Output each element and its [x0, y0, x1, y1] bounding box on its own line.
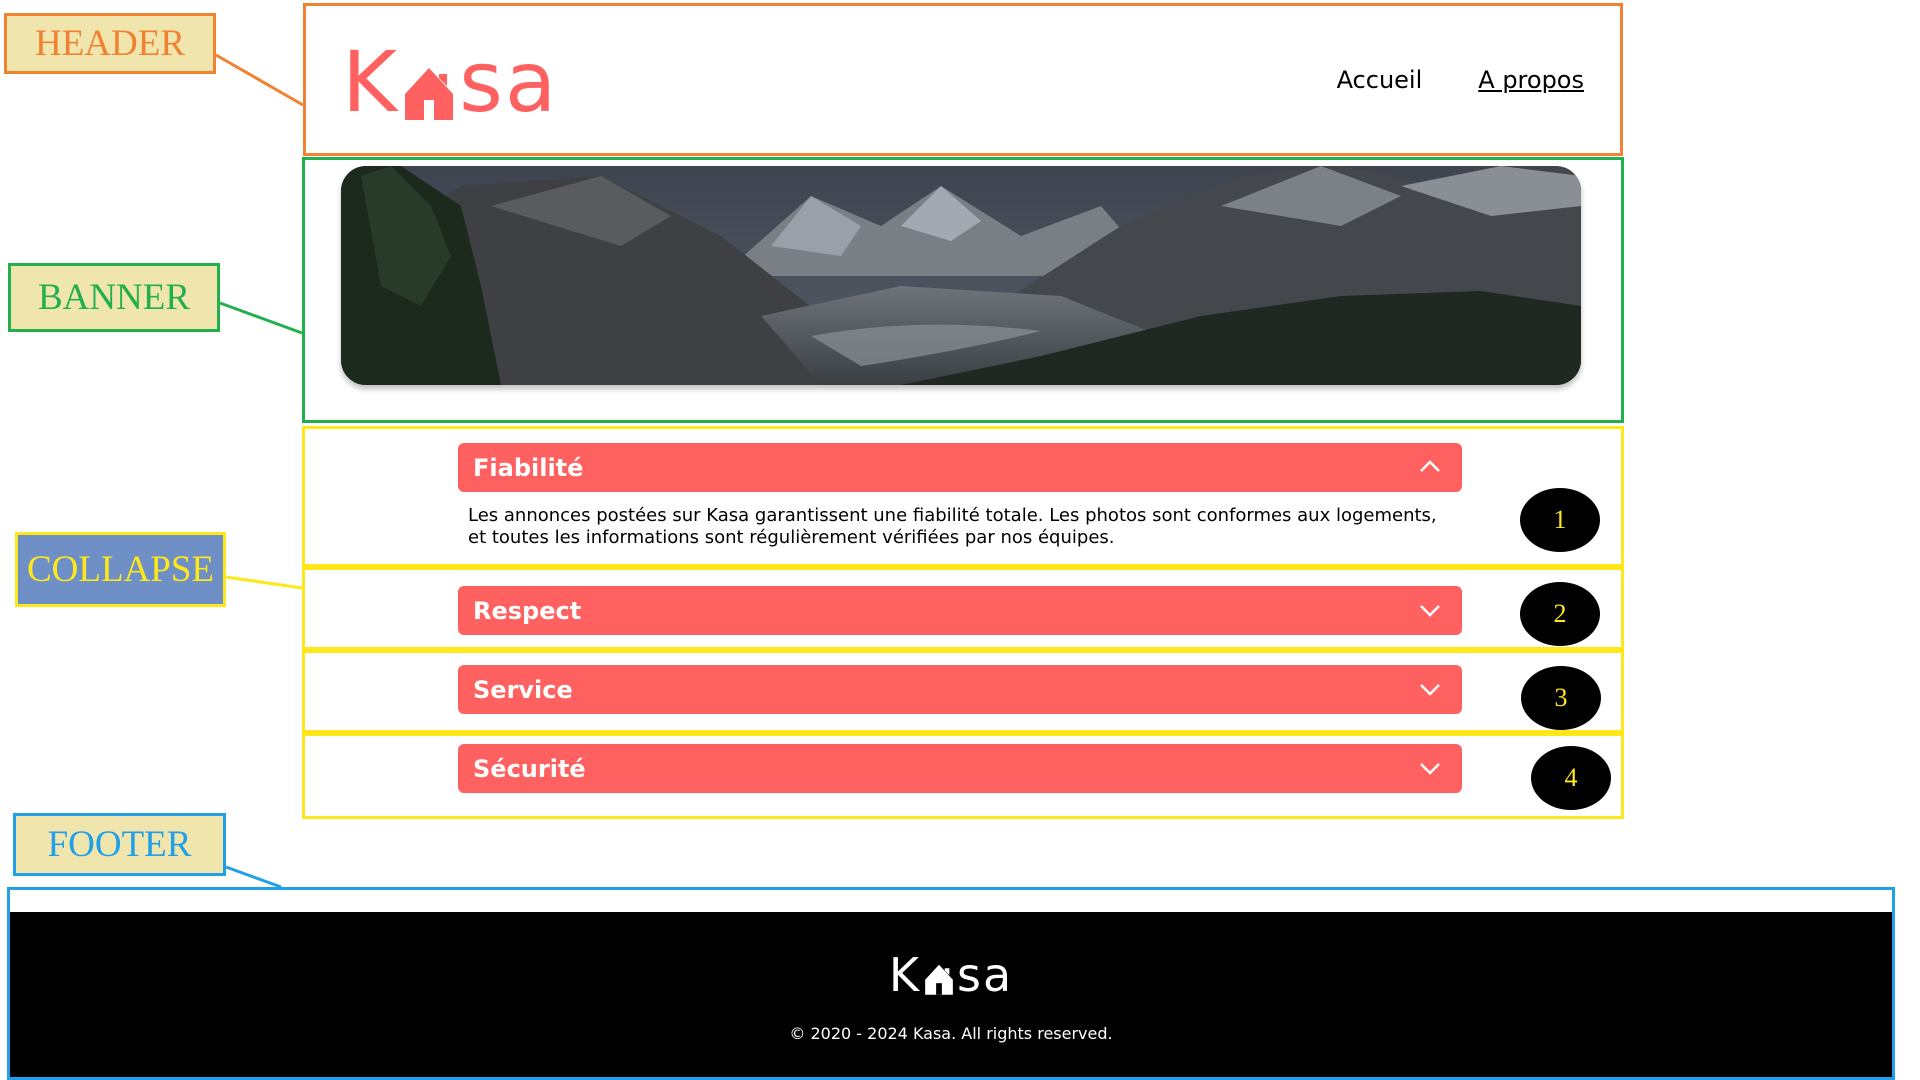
collapse-title: Fiabilité [473, 453, 584, 482]
collapse-number-marker-3: 3 [1521, 666, 1601, 730]
collapse-content-fiabilite: Les annonces postées sur Kasa garantisse… [468, 505, 1437, 548]
banner-image [341, 166, 1581, 385]
collapse-header-fiabilite[interactable]: Fiabilité [458, 443, 1462, 492]
nav-link-accueil[interactable]: Accueil [1337, 66, 1423, 94]
collapse-header-respect[interactable]: Respect [458, 586, 1462, 635]
nav-link-a-propos[interactable]: A propos [1478, 66, 1584, 94]
footer-kasa-logo: K sa [10, 952, 1892, 998]
collapse-number-marker-4: 4 [1531, 746, 1611, 810]
footer-logo-letters-sa: sa [957, 948, 1014, 1002]
header-section: K sa Accueil A propos [303, 3, 1623, 156]
chevron-down-icon [1420, 684, 1440, 696]
logo-letters-sa: sa [459, 33, 559, 131]
collapse-header-securite[interactable]: Sécurité [458, 744, 1462, 793]
collapse-number-marker-1: 1 [1520, 488, 1600, 552]
footer-annotation-label: FOOTER [13, 813, 226, 876]
collapse-header-service[interactable]: Service [458, 665, 1462, 714]
chevron-up-icon [1420, 460, 1440, 472]
collapse-title: Service [473, 675, 573, 704]
chevron-down-icon [1420, 763, 1440, 775]
footer-section: K sa © 2020 - 2024 Kasa. All rights rese… [7, 887, 1895, 1080]
house-icon [405, 68, 454, 120]
collapse-title: Respect [473, 596, 582, 625]
banner-section [302, 157, 1624, 423]
logo-letter-k: K [342, 33, 400, 131]
footer-logo-letter-k: K [888, 948, 921, 1002]
collapse-number-marker-2: 2 [1520, 582, 1600, 646]
house-icon [925, 964, 953, 995]
mountain-landscape-image [341, 166, 1581, 385]
footer-copyright: © 2020 - 2024 Kasa. All rights reserved. [789, 1024, 1113, 1043]
header-annotation-label: HEADER [4, 13, 216, 74]
chevron-down-icon [1420, 605, 1440, 617]
banner-annotation-label: BANNER [8, 263, 220, 332]
kasa-logo[interactable]: K sa [342, 34, 558, 124]
collapse-annotation-label: COLLAPSE [15, 532, 226, 607]
main-nav: Accueil A propos [1337, 66, 1584, 94]
collapse-title: Sécurité [473, 754, 586, 783]
footer-background: K sa © 2020 - 2024 Kasa. All rights rese… [10, 912, 1892, 1077]
